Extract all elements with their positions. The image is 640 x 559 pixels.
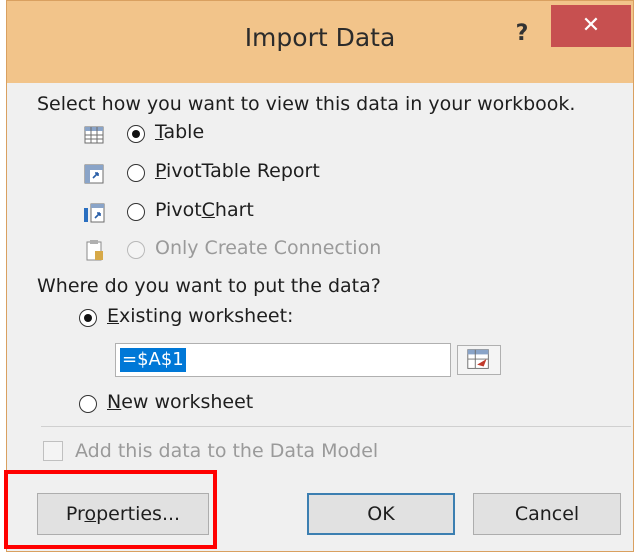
table-icon bbox=[84, 126, 104, 144]
data-model-checkbox[interactable] bbox=[43, 441, 63, 461]
pivotchart-option-label[interactable]: PivotChart bbox=[155, 199, 254, 221]
pivotchart-radio[interactable] bbox=[127, 203, 145, 221]
connection-icon bbox=[86, 240, 103, 261]
close-button[interactable]: ✕ bbox=[551, 5, 631, 47]
range-picker-icon bbox=[467, 349, 489, 369]
help-button[interactable]: ? bbox=[507, 19, 537, 49]
pivotchart-icon bbox=[84, 203, 105, 223]
separator bbox=[41, 426, 631, 427]
range-picker-button[interactable] bbox=[457, 345, 501, 375]
pivottable-radio[interactable] bbox=[127, 164, 145, 182]
highlight-box bbox=[4, 470, 217, 549]
data-model-label[interactable]: Add this data to the Data Model bbox=[75, 440, 378, 462]
pivottable-option-label[interactable]: PivotTable Report bbox=[155, 160, 320, 182]
range-reference-value: =$A$1 bbox=[120, 348, 186, 372]
new-worksheet-label[interactable]: New worksheet bbox=[107, 391, 253, 413]
existing-worksheet-label[interactable]: Existing worksheet: bbox=[107, 305, 293, 327]
table-option-label[interactable]: Table bbox=[155, 121, 204, 143]
pivottable-icon bbox=[84, 164, 104, 184]
cancel-button[interactable]: Cancel bbox=[473, 493, 621, 535]
ok-button[interactable]: OK bbox=[307, 493, 455, 535]
connection-radio[interactable] bbox=[127, 241, 145, 259]
connection-option-label[interactable]: Only Create Connection bbox=[155, 237, 381, 259]
new-worksheet-radio[interactable] bbox=[79, 395, 97, 413]
existing-worksheet-radio[interactable] bbox=[79, 309, 97, 327]
location-heading: Where do you want to put the data? bbox=[37, 275, 381, 297]
table-radio[interactable] bbox=[127, 125, 145, 143]
dialog-title: Import Data bbox=[244, 23, 396, 52]
view-heading: Select how you want to view this data in… bbox=[37, 93, 576, 115]
title-bar: Import Data ? ✕ bbox=[7, 1, 633, 83]
range-reference-input[interactable]: =$A$1 bbox=[115, 343, 451, 377]
